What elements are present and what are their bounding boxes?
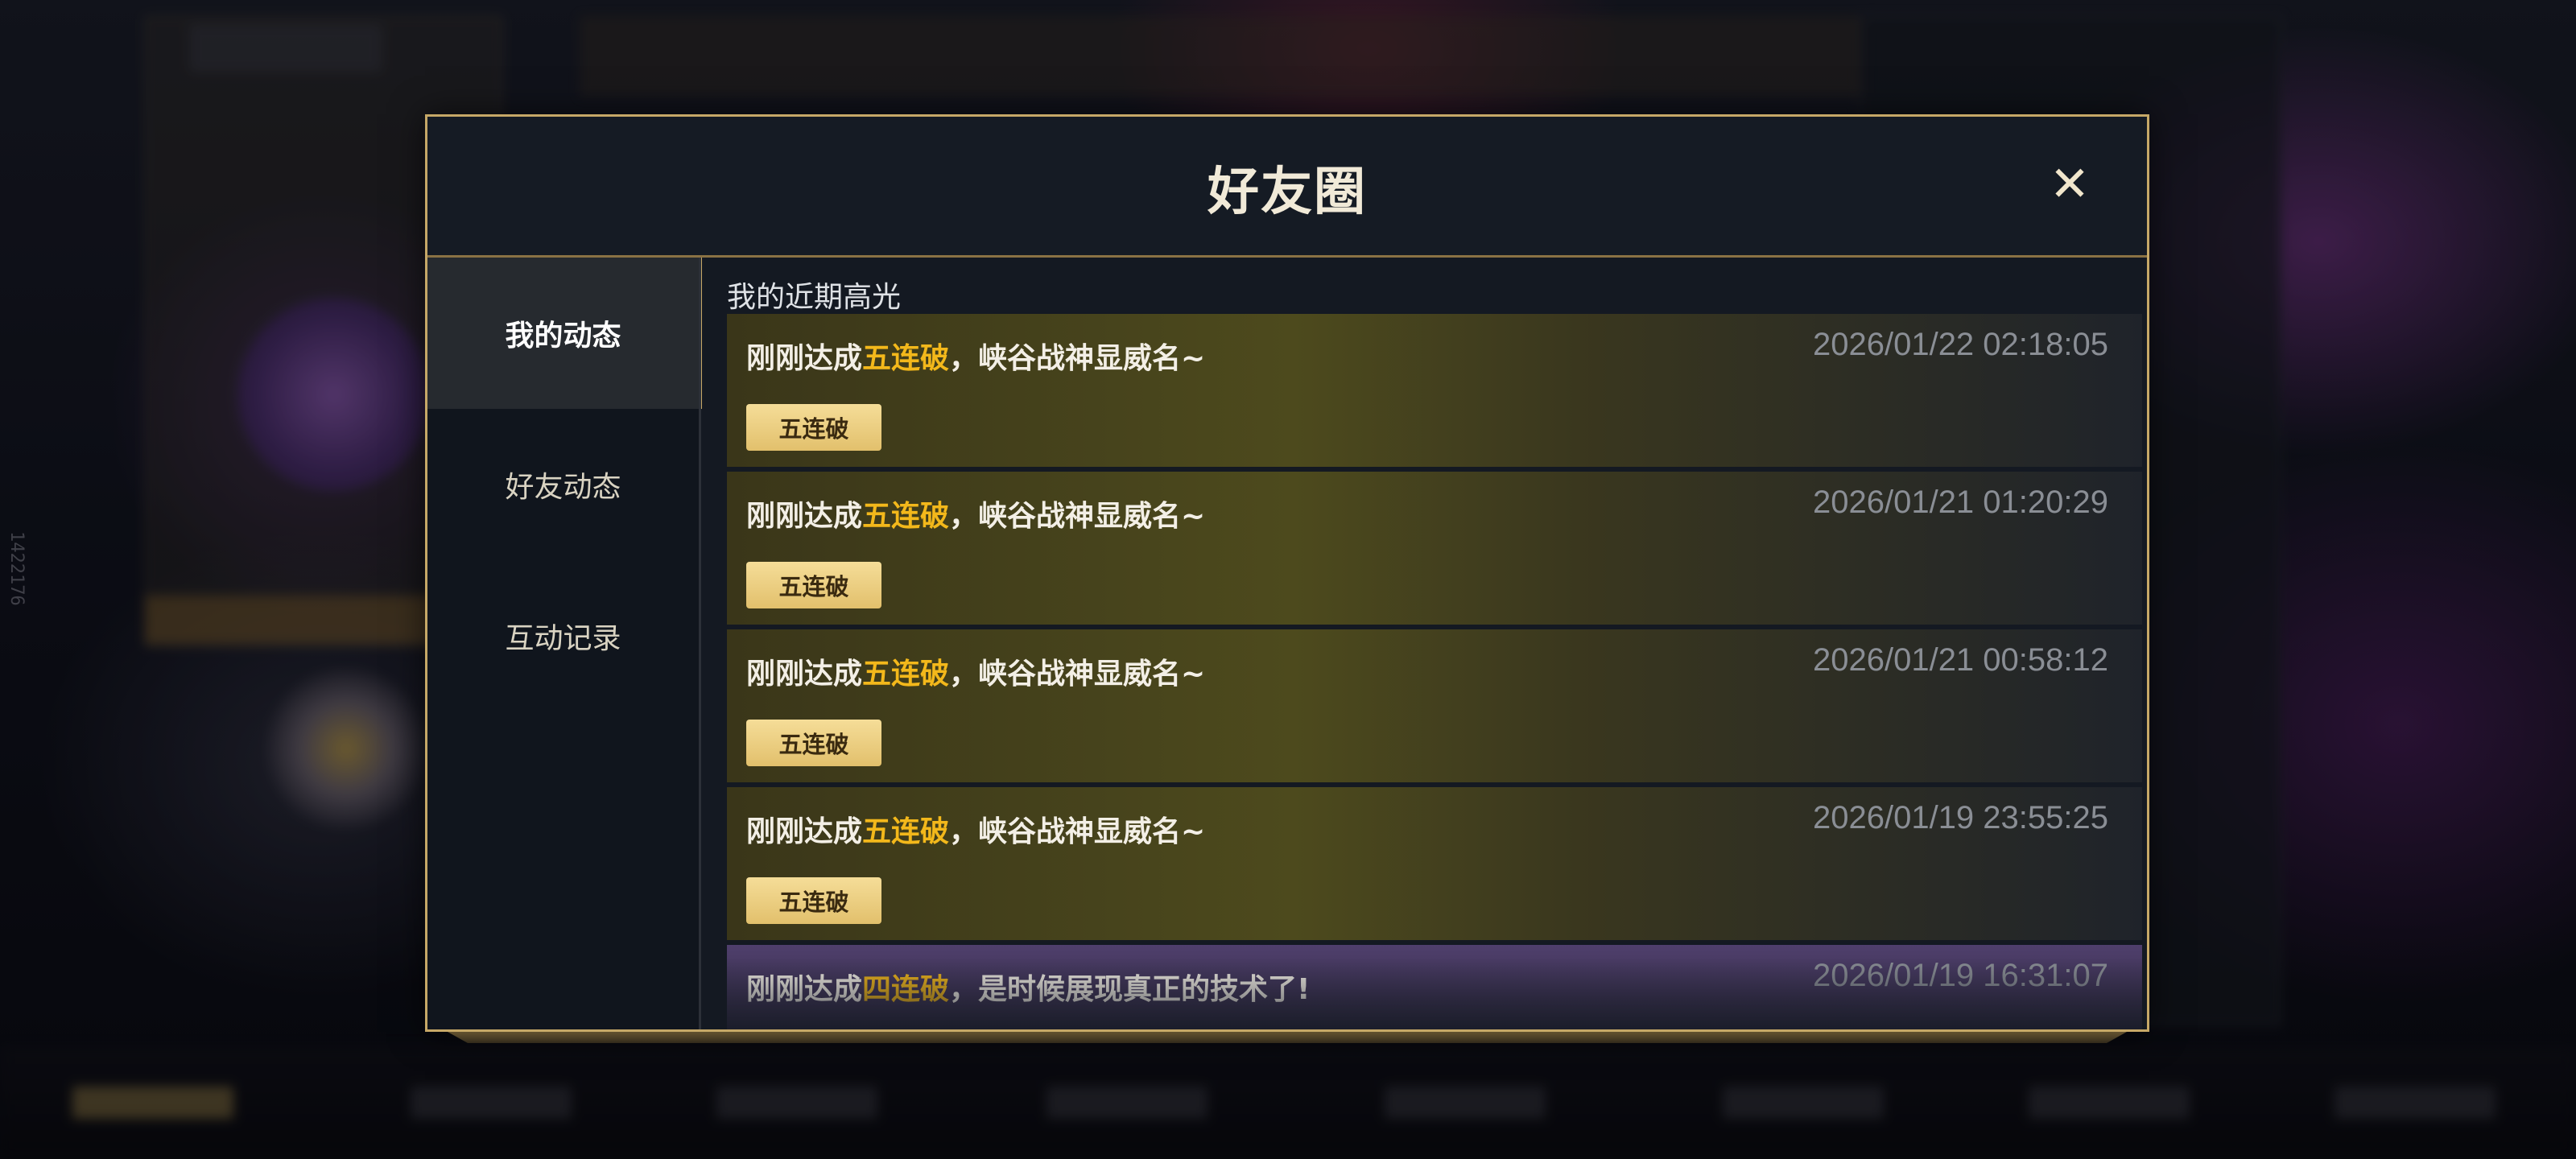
post-highlight: 五连破 — [862, 815, 950, 848]
post-timestamp: 2026/01/19 23:55:25 — [1812, 800, 2108, 835]
achievement-badge: 五连破 — [746, 877, 881, 924]
post-highlight: 五连破 — [862, 342, 950, 375]
post-text: 刚刚达成五连破，峡谷战神显威名~ — [746, 815, 1206, 848]
sidebar-item-my-posts[interactable]: 我的动态 — [427, 258, 702, 409]
post-text: 刚刚达成四连破，是时候展现真正的技术了! — [746, 973, 1311, 1006]
post-text: 刚刚达成五连破，峡谷战神显威名~ — [746, 500, 1206, 533]
post-timestamp: 2026/01/19 16:31:07 — [1812, 958, 2108, 993]
post-highlight: 五连破 — [862, 500, 950, 533]
post-timestamp: 2026/01/21 00:58:12 — [1812, 642, 2108, 678]
achievement-badge: 五连破 — [746, 720, 881, 766]
sidebar-item-friend-posts[interactable]: 好友动态 — [427, 409, 699, 560]
post-list[interactable]: 刚刚达成五连破，峡谷战神显威名~ 2026/01/22 02:18:05 五连破… — [727, 314, 2142, 1029]
post-timestamp: 2026/01/22 02:18:05 — [1812, 327, 2108, 362]
content-area[interactable]: 我的近期高光 刚刚达成五连破，峡谷战神显威名~ 2026/01/22 02:18… — [727, 258, 2147, 1029]
sidebar: 我的动态 好友动态 互动记录 — [427, 258, 702, 1029]
post-highlight: 四连破 — [862, 973, 950, 1006]
sidebar-divider — [699, 258, 701, 1029]
post-highlight: 五连破 — [862, 658, 950, 691]
post-card[interactable]: 刚刚达成五连破，峡谷战神显威名~ 2026/01/21 00:58:12 五连破 — [727, 629, 2142, 782]
post-timestamp: 2026/01/21 01:20:29 — [1812, 485, 2108, 520]
achievement-badge: 五连破 — [746, 562, 881, 608]
section-title: 我的近期高光 — [727, 281, 902, 314]
side-id-label: 1422176 — [6, 531, 27, 606]
dialog-header: 好友圈 ✕ — [427, 117, 2147, 258]
post-card[interactable]: 刚刚达成五连破，峡谷战神显威名~ 2026/01/22 02:18:05 五连破 — [727, 314, 2142, 467]
post-card[interactable]: 刚刚达成五连破，峡谷战神显威名~ 2026/01/19 23:55:25 五连破 — [727, 787, 2142, 940]
close-icon: ✕ — [2049, 156, 2091, 212]
post-card[interactable]: 刚刚达成五连破，峡谷战神显威名~ 2026/01/21 01:20:29 五连破 — [727, 472, 2142, 625]
post-text: 刚刚达成五连破，峡谷战神显威名~ — [746, 658, 1206, 691]
dialog-title: 好友圈 — [1208, 163, 1367, 222]
post-card[interactable]: 刚刚达成四连破，是时候展现真正的技术了! 2026/01/19 16:31:07 — [727, 945, 2142, 1029]
friend-circle-dialog: 好友圈 ✕ 我的动态 好友动态 互动记录 我的近期高光 刚刚达成五连破，峡谷战神… — [425, 114, 2149, 1032]
sidebar-item-label: 好友动态 — [505, 471, 621, 504]
sidebar-item-label: 互动记录 — [505, 622, 621, 655]
sidebar-item-label: 我的动态 — [505, 320, 621, 353]
post-text: 刚刚达成五连破，峡谷战神显威名~ — [746, 342, 1206, 375]
dialog-foot-decoration — [448, 1032, 2127, 1043]
close-button[interactable]: ✕ — [2041, 155, 2099, 213]
sidebar-item-interactions[interactable]: 互动记录 — [427, 560, 699, 711]
achievement-badge: 五连破 — [746, 404, 881, 451]
